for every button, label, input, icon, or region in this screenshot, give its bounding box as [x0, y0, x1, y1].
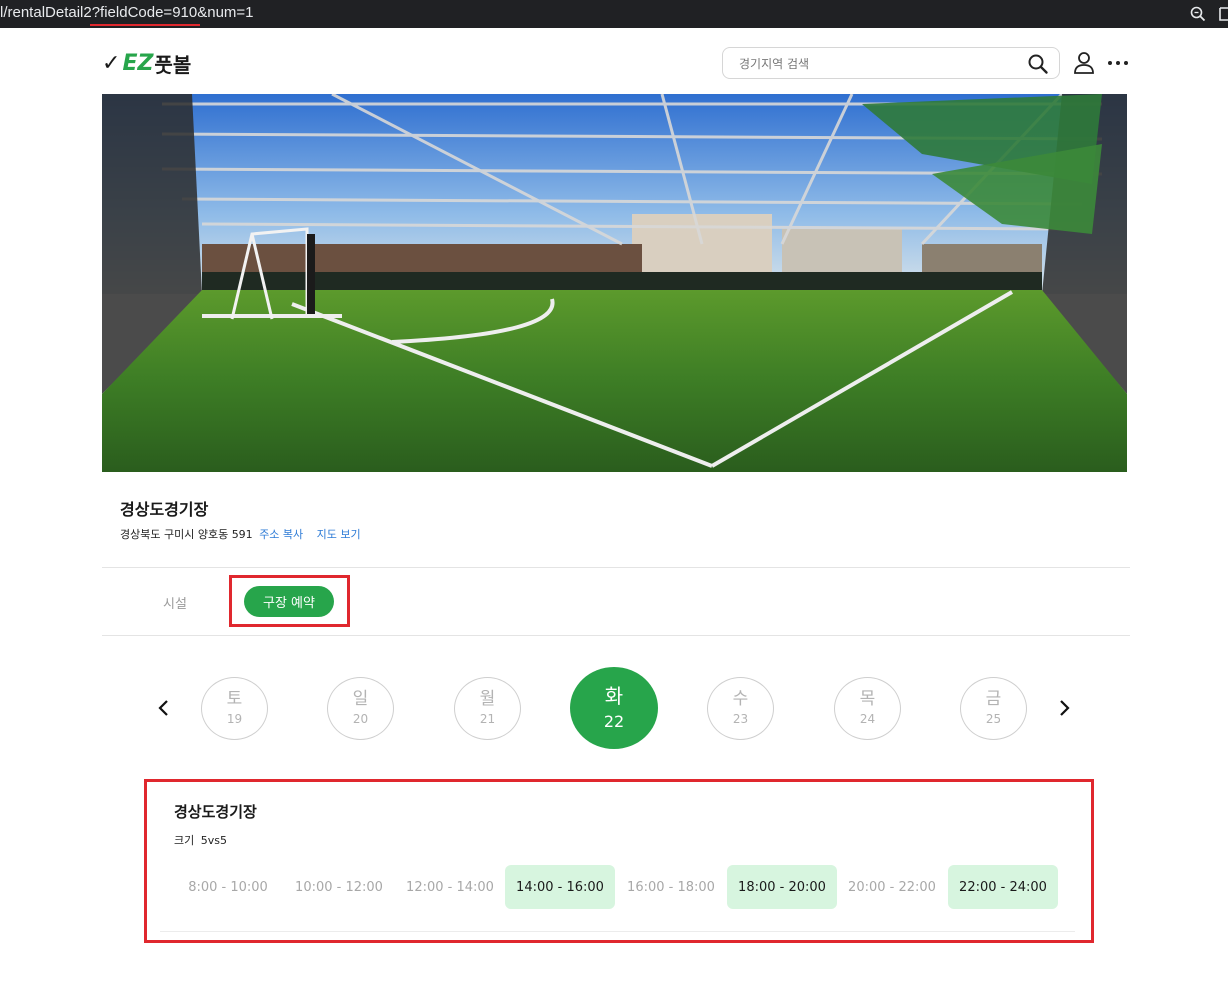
chevron-right-icon[interactable]	[1056, 698, 1072, 718]
tab-facility[interactable]: 시설	[163, 593, 187, 612]
time-slot-list: 8:00 - 10:00 10:00 - 12:00 12:00 - 14:00…	[173, 865, 1063, 909]
annotation-box-slots	[144, 779, 1094, 943]
date-dow: 일	[352, 689, 369, 709]
site-logo[interactable]: ✓ EZ 풋볼	[102, 50, 192, 77]
time-slot: 8:00 - 10:00	[188, 879, 268, 895]
zoom-icon[interactable]	[1189, 5, 1207, 23]
date-23[interactable]: 수 23	[707, 677, 774, 740]
browser-url-bar: l/rentalDetail2?fieldCode=910&num=1	[0, 0, 1228, 28]
url-text[interactable]: l/rentalDetail2?fieldCode=910&num=1	[0, 4, 254, 21]
field-address-row: 경상북도 구미시 양호동 591 주소 복사 지도 보기	[120, 526, 361, 542]
divider	[102, 567, 1130, 568]
logo-mark-icon: ✓	[102, 50, 121, 76]
search-icon[interactable]	[1027, 53, 1049, 75]
logo-ez: EZ	[122, 50, 154, 76]
date-dow: 목	[859, 689, 876, 709]
search-input[interactable]	[739, 54, 1029, 74]
field-photo	[102, 94, 1127, 472]
court-name: 경상도경기장	[174, 803, 257, 821]
url-annotation-underline	[90, 24, 200, 26]
date-19[interactable]: 토 19	[201, 677, 268, 740]
extension-icon[interactable]	[1218, 5, 1228, 23]
time-slot-available[interactable]: 14:00 - 16:00	[505, 865, 615, 909]
card-divider	[160, 931, 1075, 932]
date-num: 21	[479, 712, 496, 726]
date-20[interactable]: 일 20	[327, 677, 394, 740]
date-24[interactable]: 목 24	[834, 677, 901, 740]
date-dow: 화	[604, 684, 624, 708]
user-icon[interactable]	[1072, 50, 1096, 76]
date-num: 25	[985, 712, 1002, 726]
time-slot: 12:00 - 14:00	[406, 879, 494, 895]
date-num: 20	[352, 712, 369, 726]
date-22-selected[interactable]: 화 22	[570, 667, 658, 749]
chevron-left-icon[interactable]	[156, 698, 172, 718]
court-size-value: 5vs5	[200, 834, 227, 847]
search-box	[722, 47, 1060, 79]
date-dow: 금	[985, 689, 1002, 709]
field-name: 경상도경기장	[120, 500, 209, 519]
view-map-link[interactable]: 지도 보기	[317, 528, 361, 541]
time-slot-available[interactable]: 22:00 - 24:00	[948, 865, 1058, 909]
time-slot: 20:00 - 22:00	[848, 879, 936, 895]
annotation-box-reserve	[229, 575, 350, 627]
date-dow: 월	[479, 689, 496, 709]
date-num: 24	[859, 712, 876, 726]
divider	[102, 635, 1130, 636]
court-size: 크기 5vs5	[174, 832, 227, 848]
time-slot-available[interactable]: 18:00 - 20:00	[727, 865, 837, 909]
date-num: 22	[603, 712, 625, 731]
copy-address-link[interactable]: 주소 복사	[259, 528, 303, 541]
date-dow: 수	[732, 689, 749, 709]
date-num: 23	[732, 712, 749, 726]
date-21[interactable]: 월 21	[454, 677, 521, 740]
time-slot: 10:00 - 12:00	[295, 879, 383, 895]
time-slot: 16:00 - 18:00	[627, 879, 715, 895]
more-icon[interactable]	[1106, 52, 1130, 74]
court-size-label: 크기	[174, 834, 195, 847]
date-dow: 토	[226, 689, 243, 709]
field-address: 경상북도 구미시 양호동 591	[120, 528, 253, 541]
logo-kr: 풋볼	[154, 52, 192, 77]
date-25[interactable]: 금 25	[960, 677, 1027, 740]
date-num: 19	[226, 712, 243, 726]
